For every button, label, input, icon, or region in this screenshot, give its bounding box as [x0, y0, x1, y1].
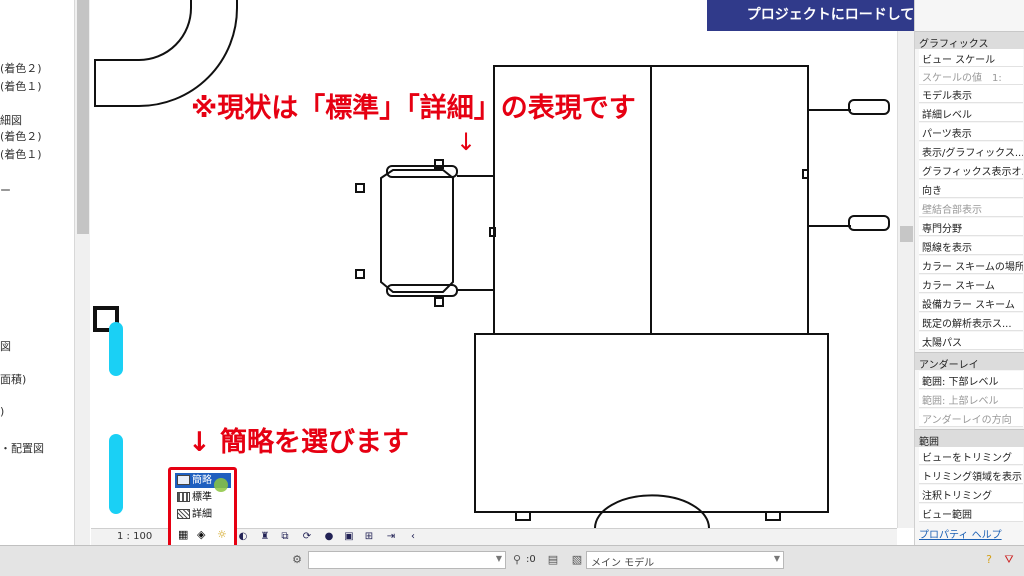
- prop-analysis-display-style[interactable]: 既定の解析表示ス...: [919, 313, 1023, 331]
- tree-item[interactable]: ー: [0, 182, 11, 198]
- detail-level-icon[interactable]: ▦: [178, 527, 188, 542]
- prop-graphic-display-options[interactable]: グラフィックス表示オ...: [919, 161, 1023, 179]
- workset-icon[interactable]: ⚙: [290, 553, 304, 567]
- select-annotation: ↓ 簡略を選びます: [188, 427, 410, 458]
- scrollbar-thumb[interactable]: [77, 0, 89, 234]
- tree-item[interactable]: (着色２): [0, 128, 42, 144]
- crop-region-icon[interactable]: ⟳: [301, 531, 313, 543]
- prop-view-scale[interactable]: ビュー スケール: [919, 49, 1023, 67]
- lower-cabinet: [474, 333, 829, 513]
- prop-color-scheme[interactable]: カラー スキーム: [919, 275, 1023, 293]
- reveal-hidden-icon[interactable]: ▣: [343, 531, 355, 543]
- tree-item[interactable]: 細図: [0, 112, 22, 128]
- detail-option-medium[interactable]: 標準: [175, 490, 231, 505]
- prop-range-base-level[interactable]: 範囲: 下部レベル: [919, 371, 1023, 389]
- view-scale[interactable]: 1 : 100: [117, 531, 152, 542]
- project-browser: (着色２) (着色１) 細図 (着色２) (着色１) ー 図 面積) ) ・配置…: [0, 0, 74, 545]
- design-option-value: メイン モデル: [591, 558, 655, 569]
- prop-detail-level[interactable]: 詳細レベル: [919, 104, 1023, 122]
- section-underlay[interactable]: アンダーレイ: [915, 352, 1024, 371]
- tree-item[interactable]: 図: [0, 338, 11, 354]
- tree-item[interactable]: (着色１): [0, 78, 42, 94]
- prop-wall-join-display[interactable]: 壁結合部表示: [919, 199, 1023, 217]
- medium-icon: [177, 492, 190, 502]
- cursor-pointer: [214, 478, 228, 492]
- prop-sun-path[interactable]: 太陽パス: [919, 332, 1023, 350]
- prop-range-top-level[interactable]: 範囲: 上部レベル: [919, 390, 1023, 408]
- option-label: 詳細: [192, 509, 212, 520]
- option-label: 標準: [192, 492, 212, 503]
- canvas-vertical-scrollbar[interactable]: [897, 0, 914, 528]
- chevron-down-icon: ▼: [495, 554, 502, 563]
- prop-model-display[interactable]: モデル表示: [919, 85, 1023, 103]
- prop-visibility-graphics[interactable]: 表示/グラフィックス...: [919, 142, 1023, 160]
- prop-system-color-schemes[interactable]: 設備カラー スキーム: [919, 294, 1023, 312]
- prop-crop-region-visible[interactable]: トリミング領域を表示: [919, 466, 1023, 484]
- scrollbar-thumb[interactable]: [900, 226, 913, 242]
- visual-style-icon[interactable]: ◈: [197, 527, 205, 542]
- temporary-hide-icon[interactable]: ●: [323, 531, 335, 543]
- sun-path-icon[interactable]: ☼: [217, 527, 227, 542]
- workset-select[interactable]: ▼: [308, 551, 506, 569]
- shadows-icon[interactable]: ◐: [237, 531, 249, 543]
- tree-item[interactable]: (着色２): [0, 60, 42, 76]
- detail-level-menu: 簡略 標準 詳細 ▦ ◈ ☼: [168, 467, 237, 548]
- tree-item[interactable]: (着色１): [0, 146, 42, 162]
- properties-help-link[interactable]: プロパティ ヘルプ: [919, 526, 1002, 541]
- drawing-canvas[interactable]: ※現状は「標準」「詳細」の表現です ↓ ↓ 簡略を選びます: [91, 0, 897, 528]
- prop-underlay-orientation[interactable]: アンダーレイの方向: [919, 409, 1023, 427]
- cyan-marker: [109, 434, 123, 514]
- scroll-left-icon[interactable]: ‹: [407, 531, 419, 543]
- popup-toolbar-row: ▦ ◈ ☼: [175, 526, 231, 541]
- section-graphics[interactable]: グラフィックス: [915, 31, 1024, 50]
- table-right-half: [650, 65, 809, 335]
- detail-option-fine[interactable]: 詳細: [175, 507, 231, 522]
- properties-panel: グラフィックス ビュー スケール スケールの値 1: モデル表示 詳細レベル パ…: [914, 0, 1024, 545]
- project-browser-scrollbar[interactable]: [74, 0, 90, 545]
- prop-scale-value[interactable]: スケールの値 1:: [919, 67, 1023, 85]
- filter-select-icon[interactable]: ⛛: [1002, 553, 1016, 567]
- cyan-marker: [109, 322, 123, 376]
- editable-only-icon[interactable]: ▤: [546, 553, 560, 567]
- main-annotation: ※現状は「標準」「詳細」の表現です: [191, 93, 636, 124]
- tree-item[interactable]: ): [0, 405, 4, 418]
- prop-discipline[interactable]: 専門分野: [919, 218, 1023, 236]
- prop-view-range[interactable]: ビュー範囲: [919, 504, 1023, 522]
- fine-icon: [177, 509, 190, 519]
- selection-count: :0: [526, 554, 536, 565]
- crop-view-icon[interactable]: ⧉: [279, 531, 291, 543]
- lock-3d-icon[interactable]: ⊞: [363, 531, 375, 543]
- status-bar: ⚙ ▼ ⚲ :0 ▤ ▧ メイン モデル ▼ ? ⛛: [0, 545, 1024, 576]
- chair-left: [380, 169, 454, 293]
- render-icon[interactable]: ♜: [259, 531, 271, 543]
- prop-color-scheme-location[interactable]: カラー スキームの場所: [919, 256, 1023, 274]
- option-label: 簡略: [192, 475, 212, 486]
- tree-item[interactable]: 面積): [0, 371, 26, 387]
- prop-show-hidden-lines[interactable]: 隠線を表示: [919, 237, 1023, 255]
- chevron-down-icon: ▼: [773, 554, 780, 563]
- tree-item[interactable]: ・配置図: [0, 440, 44, 456]
- prop-parts-display[interactable]: パーツ表示: [919, 123, 1023, 141]
- section-extents[interactable]: 範囲: [915, 429, 1024, 448]
- coarse-icon: [177, 475, 190, 485]
- prop-orientation[interactable]: 向き: [919, 180, 1023, 198]
- chair-right-top: [848, 99, 890, 115]
- design-option-select[interactable]: メイン モデル ▼: [586, 551, 784, 569]
- prop-annotation-crop[interactable]: 注釈トリミング: [919, 485, 1023, 503]
- help-icon[interactable]: ?: [982, 553, 996, 567]
- chair-right-bottom: [848, 215, 890, 231]
- arrow-annotation: ↓: [456, 128, 477, 156]
- prop-crop-view[interactable]: ビューをトリミング: [919, 447, 1023, 465]
- filter-icon[interactable]: ⚲: [510, 553, 524, 567]
- design-option-icon[interactable]: ▧: [570, 553, 584, 567]
- analytical-model-icon[interactable]: ⇥: [385, 531, 397, 543]
